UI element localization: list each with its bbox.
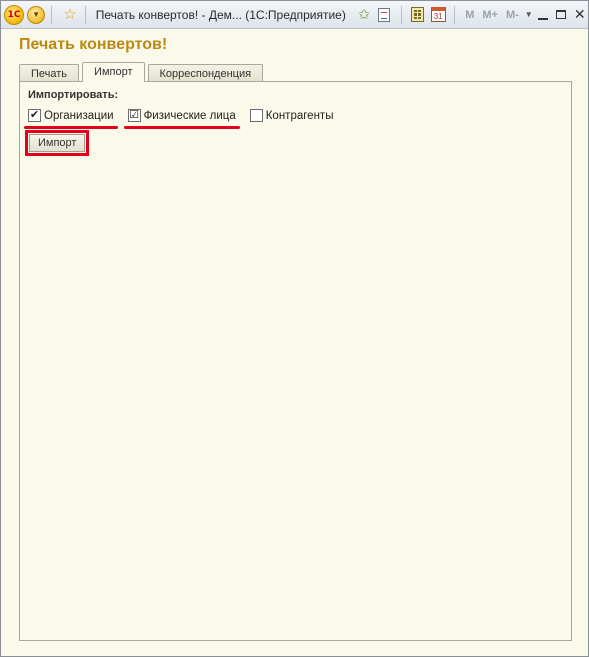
memory-m-button[interactable]: M: [465, 9, 474, 21]
checkbox-individuals[interactable]: ☑ Физические лица: [123, 109, 240, 129]
import-button-highlight: Импорт: [25, 130, 90, 156]
main-menu-button[interactable]: ▼: [27, 4, 46, 26]
calculator-button[interactable]: [410, 5, 426, 25]
minimize-icon: [537, 17, 548, 20]
favorite-add-icon: ✩: [358, 6, 370, 22]
document-link-icon: [378, 7, 391, 22]
highlight-underline: [123, 126, 240, 129]
maximize-icon: [556, 10, 567, 19]
maximize-button[interactable]: [553, 5, 569, 25]
checkbox-checked-icon[interactable]: ✔: [28, 109, 41, 122]
window-title: Печать конвертов! - Дем... (1С:Предприят…: [95, 7, 346, 22]
import-tab-panel: Импортировать: ✔ Организации ☑ Физически…: [19, 81, 572, 641]
checkbox-label: Контрагенты: [265, 109, 334, 122]
favorites-button[interactable]: ☆: [61, 4, 79, 26]
tab-import[interactable]: Импорт: [82, 62, 145, 82]
close-button[interactable]: ✕: [572, 5, 588, 25]
checkbox-label: Физические лица: [143, 109, 236, 122]
highlight-underline: [24, 126, 118, 129]
import-options: ✔ Организации ☑ Физические лица Контраге…: [24, 109, 347, 129]
app-logo-button[interactable]: 1С: [4, 4, 24, 26]
calendar-icon: 31: [430, 7, 446, 22]
calculator-icon: [411, 7, 425, 22]
checkbox-label: Организации: [44, 109, 114, 122]
page-title: Печать конвертов!: [19, 36, 168, 53]
close-icon: ✕: [573, 6, 586, 22]
toolbar-separator: [51, 5, 52, 24]
toolbar-separator: [454, 5, 456, 24]
import-button[interactable]: Импорт: [29, 134, 86, 152]
tab-bar: Печать Импорт Корреспонденция: [19, 62, 264, 83]
checkbox-organizations[interactable]: ✔ Организации: [24, 109, 118, 129]
star-icon: ☆: [63, 6, 77, 23]
toolbar-separator: [84, 5, 86, 24]
logo-1c-icon: 1С: [4, 4, 24, 25]
calendar-button[interactable]: 31: [430, 5, 446, 25]
checkbox-unchecked-icon[interactable]: [249, 109, 263, 122]
title-bar: 1С ▼ ☆ Печать конвертов! - Дем... (1С:Пр…: [1, 1, 588, 29]
app-window: 1С ▼ ☆ Печать конвертов! - Дем... (1С:Пр…: [0, 0, 589, 657]
checkbox-checked-icon[interactable]: ☑: [127, 109, 141, 122]
more-dropdown-icon[interactable]: ▼: [525, 10, 533, 19]
add-to-favorites-button[interactable]: ✩: [356, 5, 372, 25]
import-heading: Импортировать:: [28, 89, 119, 101]
checkbox-counterparties[interactable]: Контрагенты: [249, 109, 334, 122]
minimize-button[interactable]: [535, 5, 551, 25]
memory-plus-button[interactable]: M+: [482, 9, 498, 21]
link-button[interactable]: [376, 5, 392, 25]
toolbar-separator: [400, 5, 402, 24]
chevron-down-icon: ▼: [27, 5, 46, 24]
memory-minus-button[interactable]: M-: [506, 9, 519, 21]
